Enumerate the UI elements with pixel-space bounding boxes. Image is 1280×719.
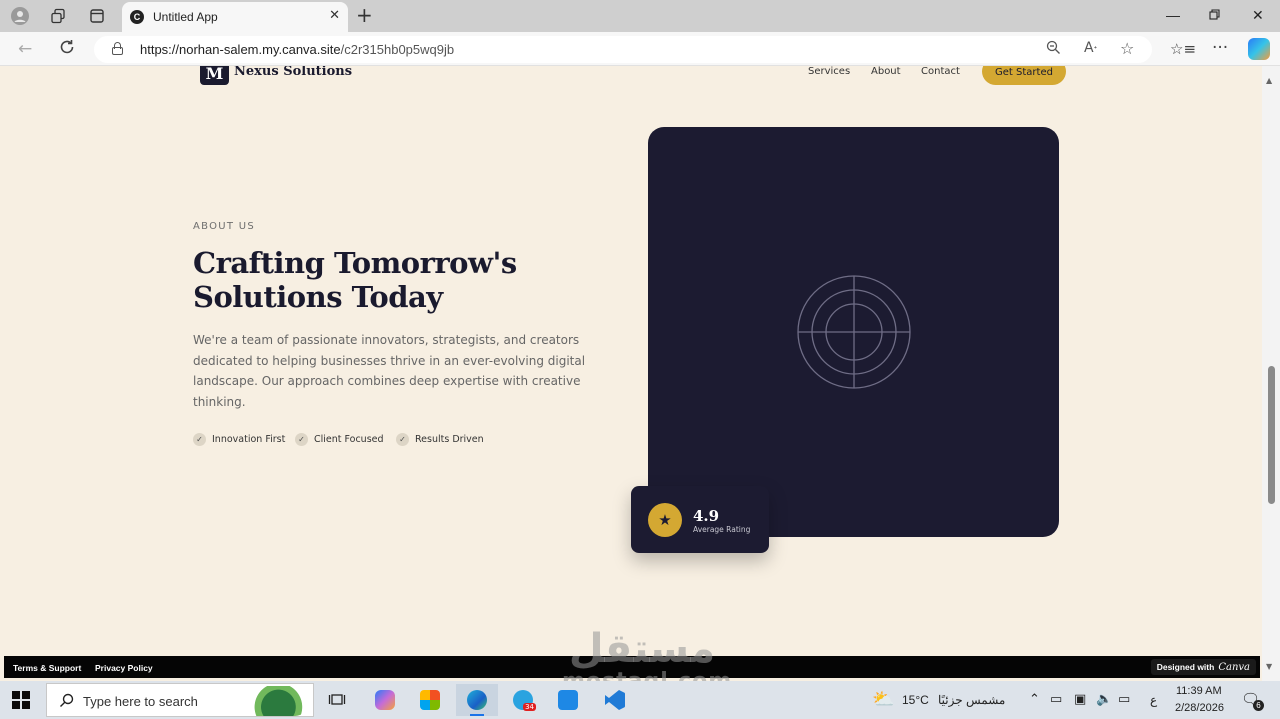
rating-value: 4.9 <box>693 507 720 525</box>
tab-title: Untitled App <box>153 10 218 24</box>
page-title: Crafting Tomorrow's Solutions Today <box>193 246 593 314</box>
nav-about[interactable]: About <box>871 66 901 77</box>
more-icon[interactable]: ··· <box>1212 38 1228 58</box>
feature-innovation-first: ✓ Innovation First <box>193 433 285 446</box>
check-icon: ✓ <box>193 433 206 446</box>
workspaces-icon[interactable] <box>47 5 69 27</box>
scroll-up-icon[interactable]: ▲ <box>1266 76 1272 85</box>
volume-icon[interactable]: 🔈 <box>1096 692 1112 707</box>
back-arrow-icon[interactable]: ← <box>18 39 32 59</box>
site-footer: Terms & Support Privacy Policy Designed … <box>4 656 1260 678</box>
favorites-icon[interactable]: ☆≡ <box>1170 40 1196 58</box>
headline-line-1: Crafting Tomorrow's <box>193 246 517 280</box>
tab-untitled-app[interactable]: C Untitled App ✕ <box>122 2 348 32</box>
browser-tabstrip: C Untitled App ✕ + — ✕ <box>0 0 1280 32</box>
copilot-app-icon[interactable] <box>364 684 406 716</box>
brand-name[interactable]: Nexus Solutions <box>234 66 352 79</box>
weather-icon[interactable]: ⛅ <box>872 689 894 710</box>
vscode-icon[interactable] <box>594 684 636 716</box>
nav-services[interactable]: Services <box>808 66 850 77</box>
mail-icon[interactable] <box>547 684 589 716</box>
feature-label: Results Driven <box>415 434 484 445</box>
scroll-down-icon[interactable]: ▼ <box>1266 662 1272 671</box>
lock-icon[interactable] <box>112 42 123 55</box>
plus-icon[interactable]: + <box>356 5 373 25</box>
refresh-icon[interactable] <box>58 38 76 61</box>
close-icon[interactable]: ✕ <box>329 8 340 23</box>
meet-icon[interactable]: ▣ <box>1074 692 1086 707</box>
search-placeholder: Type here to search <box>83 694 198 709</box>
designed-with-text: Designed with <box>1156 662 1215 672</box>
rating-card: ★ 4.9 Average Rating <box>631 486 769 553</box>
address-bar[interactable]: https://norhan-salem.my.canva.site/c2r31… <box>94 36 1152 63</box>
zoom-icon[interactable] <box>1046 40 1061 59</box>
feature-results-driven: ✓ Results Driven <box>396 433 484 446</box>
restore-icon[interactable] <box>1209 7 1220 23</box>
weather-description[interactable]: مشمس جزئيًا <box>938 693 1005 707</box>
store-icon[interactable] <box>409 684 451 716</box>
read-aloud-icon[interactable]: Aᐩ <box>1084 40 1097 56</box>
check-icon: ✓ <box>396 433 409 446</box>
window-close-icon[interactable]: ✕ <box>1252 7 1264 24</box>
telegram-icon[interactable]: 34 <box>502 684 544 716</box>
address-bar-row: ← https://norhan-salem.my.canva.site/c2r… <box>0 32 1280 66</box>
battery-icon[interactable]: ▭ <box>1050 692 1062 707</box>
notification-count: 6 <box>1253 700 1264 711</box>
logo-icon[interactable]: M <box>200 66 229 85</box>
chevron-up-icon[interactable]: ⌃ <box>1029 692 1040 707</box>
feature-client-focused: ✓ Client Focused <box>295 433 384 446</box>
language-indicator[interactable]: ع <box>1150 693 1157 707</box>
taskbar-search[interactable]: Type here to search <box>46 683 314 717</box>
terms-support-link[interactable]: Terms & Support <box>13 663 81 673</box>
target-icon <box>797 275 911 389</box>
star-icon[interactable]: ☆ <box>1120 39 1134 58</box>
about-description: We're a team of passionate innovators, s… <box>193 333 586 409</box>
feature-label: Innovation First <box>212 434 286 445</box>
network-icon[interactable]: ▭ <box>1118 692 1130 707</box>
feature-label: Client Focused <box>314 434 384 445</box>
designed-with-canva-badge[interactable]: Designed with Canva <box>1150 659 1256 675</box>
scroll-thumb[interactable] <box>1268 366 1275 504</box>
headline-line-2: Solutions Today <box>193 280 443 314</box>
search-icon <box>59 693 74 712</box>
windows-taskbar: Type here to search 34 ⛅ 15°C مشمس جزئيً… <box>0 681 1280 719</box>
task-view-icon[interactable] <box>316 684 358 716</box>
canva-brand-text: Canva <box>1218 661 1250 673</box>
telegram-badge: 34 <box>523 703 536 711</box>
section-eyebrow: ABOUT US <box>193 221 256 232</box>
search-highlight-image <box>241 686 309 716</box>
minimize-icon[interactable]: — <box>1166 7 1180 23</box>
url-text[interactable]: https://norhan-salem.my.canva.site/c2r31… <box>140 42 454 57</box>
weather-temp[interactable]: 15°C <box>902 693 929 707</box>
tab-actions-icon[interactable] <box>86 5 108 27</box>
nav-contact[interactable]: Contact <box>921 66 960 77</box>
canva-favicon-icon: C <box>130 10 144 24</box>
clock-time[interactable]: 11:39 AM <box>1176 685 1222 697</box>
get-started-button[interactable]: Get Started <box>982 66 1066 85</box>
privacy-policy-link[interactable]: Privacy Policy <box>95 663 153 673</box>
rating-label: Average Rating <box>693 525 751 534</box>
page-viewport: M Nexus Solutions Services About Contact… <box>0 66 1262 681</box>
copilot-icon[interactable] <box>1248 38 1270 60</box>
page-scrollbar[interactable]: ▲ ▼ <box>1262 66 1280 681</box>
edge-icon[interactable] <box>456 684 498 716</box>
profile-icon[interactable] <box>9 5 31 27</box>
windows-start-icon[interactable] <box>12 691 30 709</box>
check-icon: ✓ <box>295 433 308 446</box>
hero-visual-card <box>648 127 1059 537</box>
star-icon: ★ <box>648 503 682 537</box>
clock-date[interactable]: 2/28/2026 <box>1175 702 1224 714</box>
